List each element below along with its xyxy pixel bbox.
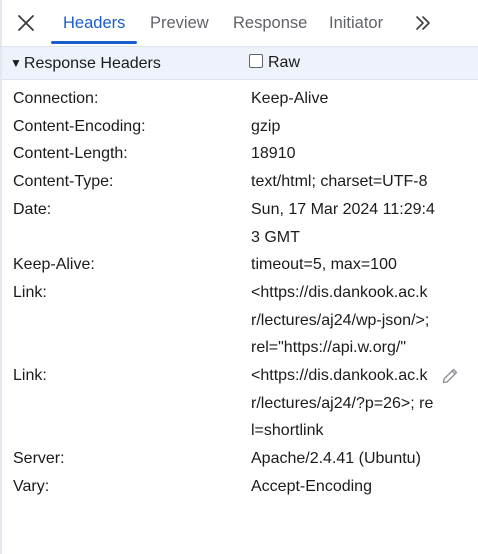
header-name: Link: (13, 283, 47, 301)
header-row: Keep-Alive: timeout=5, max=100 (2, 251, 478, 279)
header-row: Content-Encoding: gzip (2, 113, 478, 141)
header-row: Content-Length: 18910 (2, 140, 478, 168)
header-name: Content-Length: (13, 145, 128, 163)
header-value: Accept-Encoding (251, 477, 372, 495)
tab-preview[interactable]: Preview (150, 0, 209, 46)
tab-initiator[interactable]: Initiator (329, 0, 383, 46)
header-name: Link: (13, 367, 47, 385)
checkbox-icon (249, 54, 263, 68)
header-value: timeout=5, max=100 (251, 256, 397, 274)
response-headers-section-header: ▼ Response Headers Raw (2, 47, 478, 80)
header-row: Content-Type: text/html; charset=UTF-8 (2, 168, 478, 196)
active-tab-indicator (51, 41, 137, 44)
header-value: text/html; charset=UTF-8 (251, 173, 428, 191)
header-row: Link: <https://dis.dankook.ac.kr/lecture… (2, 279, 478, 362)
header-value: Sun, 17 Mar 2024 11:29:43 GMT (251, 200, 435, 246)
more-tabs-button[interactable] (410, 10, 436, 36)
header-name: Keep-Alive: (13, 256, 95, 274)
raw-checkbox[interactable]: Raw (249, 47, 300, 79)
header-value: Keep-Alive (251, 90, 329, 107)
header-row: Link: <https://dis.dankook.ac.kr/lecture… (2, 362, 478, 445)
header-value: <https://dis.dankook.ac.kr/lectures/aj24… (251, 367, 434, 440)
pencil-icon[interactable] (441, 367, 459, 385)
header-value: 18910 (251, 145, 296, 163)
header-name: Date: (13, 200, 52, 218)
tab-response[interactable]: Response (233, 0, 307, 46)
expand-triangle-icon: ▼ (10, 56, 22, 70)
tab-bar: Headers Preview Response Initiator (2, 0, 478, 47)
header-name: Content-Type: (13, 173, 114, 191)
response-headers-toggle[interactable]: ▼ Response Headers (10, 47, 161, 79)
header-value: gzip (251, 117, 281, 135)
header-value: Apache/2.4.41 (Ubuntu) (251, 450, 421, 468)
header-row: Vary: Accept-Encoding (2, 473, 478, 501)
header-name: Content-Encoding: (13, 117, 146, 135)
raw-label: Raw (268, 54, 301, 71)
chevron-double-right-icon (416, 16, 430, 30)
header-name: Vary: (13, 477, 50, 495)
header-row: Server: Apache/2.4.41 (Ubuntu) (2, 445, 478, 473)
section-title: Response Headers (23, 55, 161, 72)
close-icon (18, 15, 34, 31)
header-name: Connection: (13, 90, 99, 107)
header-row: Date: Sun, 17 Mar 2024 11:29:43 GMT (2, 196, 478, 251)
header-value: <https://dis.dankook.ac.kr/lectures/aj24… (251, 283, 430, 357)
tab-headers[interactable]: Headers (63, 0, 125, 46)
close-button[interactable] (14, 11, 38, 35)
response-headers-list: Connection: Keep-Alive Content-Encoding:… (2, 85, 478, 501)
header-row: Connection: Keep-Alive (2, 85, 478, 113)
header-name: Server: (13, 450, 65, 468)
